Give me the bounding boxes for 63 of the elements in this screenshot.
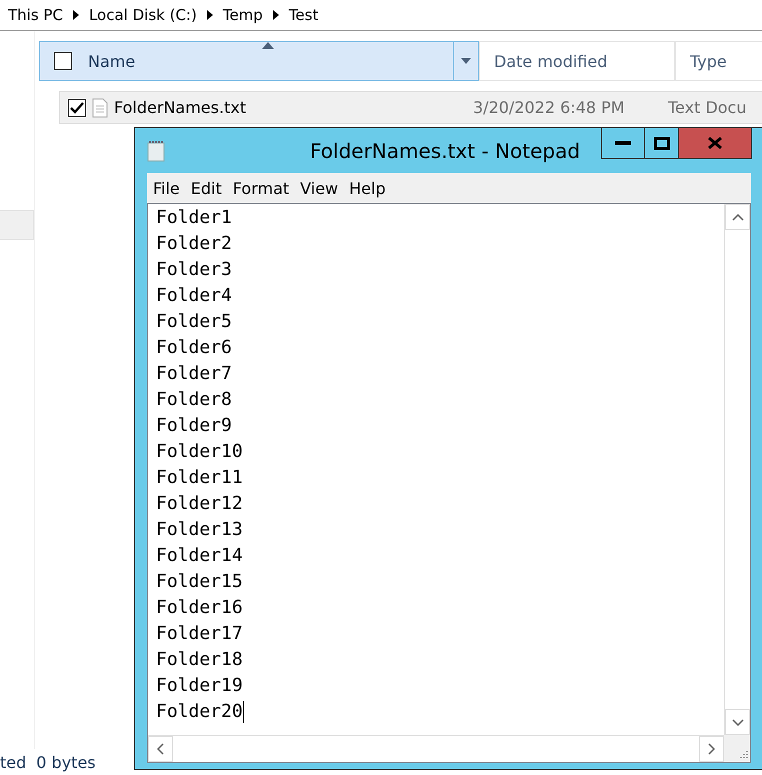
text-file-icon	[92, 98, 108, 118]
close-button[interactable]	[678, 128, 752, 159]
column-header[interactable]: Name	[39, 41, 479, 81]
text-line: Folder15	[156, 570, 243, 594]
minimize-icon	[615, 141, 631, 145]
scroll-up-button[interactable]	[725, 204, 750, 230]
text-line: Folder19	[156, 674, 243, 698]
breadcrumb-item[interactable]: Local Disk (C:)	[88, 6, 197, 24]
text-line: Folder1	[156, 206, 232, 230]
scroll-left-button[interactable]	[148, 736, 173, 762]
chevron-icon	[72, 10, 79, 20]
menu-item[interactable]: View	[300, 178, 338, 198]
minimize-button[interactable]	[601, 128, 645, 159]
text-line: Folder12	[156, 492, 243, 516]
breadcrumb-item[interactable]: Temp	[222, 6, 263, 24]
text-line: Folder6	[156, 336, 232, 360]
select-all-checkbox[interactable]	[54, 52, 72, 70]
file-row[interactable]: FolderNames.txt 3/20/2022 6:48 PM Text Docu	[59, 91, 762, 124]
chevron-icon	[272, 10, 279, 20]
chevron-up-icon	[732, 214, 744, 220]
notepad-icon	[147, 140, 165, 162]
text-line: Folder14	[156, 544, 243, 568]
text-line: Folder18	[156, 648, 243, 672]
text-line: Folder20	[156, 700, 243, 724]
text-line: Folder17	[156, 622, 243, 646]
text-line: Folder11	[156, 466, 243, 490]
text-line: Folder4	[156, 284, 232, 308]
breadcrumb-item[interactable]: This PC	[8, 6, 63, 24]
scroll-right-button[interactable]	[699, 736, 724, 762]
text-line: Folder7	[156, 362, 232, 386]
chevron-down-icon	[732, 718, 744, 726]
resize-grip-icon[interactable]	[738, 750, 748, 760]
chevron-right-icon	[708, 743, 715, 755]
status-text: ted	[0, 752, 26, 772]
row-checkbox[interactable]	[68, 98, 86, 116]
file-name: FolderNames.txt	[114, 98, 246, 117]
date-cell: 3/20/2022 6:48 PM	[473, 98, 625, 117]
menu-item[interactable]: Edit	[190, 178, 222, 198]
caret-icon	[461, 58, 471, 64]
breadcrumb-item[interactable]: Test	[288, 6, 318, 24]
text-line: Folder9	[156, 414, 232, 438]
text-line: Folder10	[156, 440, 243, 464]
sort-arrow-icon	[262, 42, 274, 49]
chevron-left-icon	[157, 743, 164, 755]
menu-item[interactable]: Help	[349, 178, 386, 198]
text-line: Folder8	[156, 388, 232, 412]
text-line: Folder3	[156, 258, 232, 282]
text-cursor	[242, 701, 244, 723]
column-header[interactable]: Type	[675, 41, 762, 81]
menu-item[interactable]: File	[153, 178, 180, 198]
type-cell: Text Docu	[668, 98, 746, 117]
maximize-icon	[654, 136, 670, 150]
column-header[interactable]: Date modified	[479, 41, 675, 81]
text-line: Folder5	[156, 310, 232, 334]
menu-item[interactable]: Format	[232, 178, 290, 198]
chevron-icon	[206, 10, 213, 20]
close-icon	[708, 137, 722, 149]
window-title: FolderNames.txt - Notepad	[310, 139, 580, 163]
text-line: Folder13	[156, 518, 243, 542]
status-text: 0 bytes	[36, 752, 96, 772]
scroll-down-button[interactable]	[725, 709, 750, 735]
text-line: Folder2	[156, 232, 232, 256]
text-line: Folder16	[156, 596, 243, 620]
